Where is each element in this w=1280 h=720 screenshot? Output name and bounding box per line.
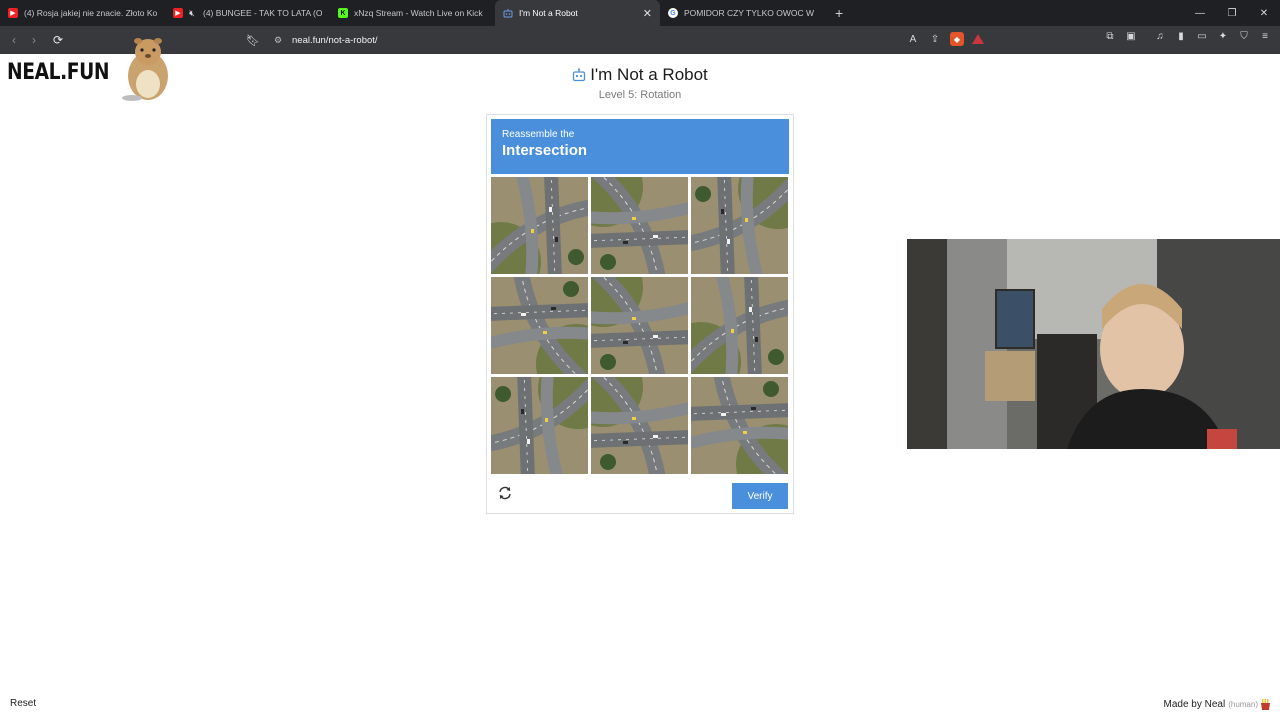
page-header: I'm Not a Robot: [0, 65, 1280, 85]
kick-icon: K: [338, 8, 348, 18]
tile-image: [591, 177, 688, 274]
brave-rewards-icon[interactable]: [972, 34, 984, 44]
webcam-feed: [907, 239, 1280, 449]
captcha-prompt: Reassemble the: [502, 129, 575, 140]
captcha-tile[interactable]: [591, 177, 688, 274]
tile-image: [591, 277, 688, 374]
address-bar[interactable]: 🔖︎ ⚙︎ neal.fun/not-a-robot/ A ⇪ ◆: [244, 29, 990, 51]
browser-toolbar: ‹ › ⟳ 🔖︎ ⚙︎ neal.fun/not-a-robot/ A ⇪ ◆ …: [0, 26, 1280, 54]
captcha-tile[interactable]: [691, 377, 788, 474]
menu-icon[interactable]: ≡: [1258, 31, 1272, 42]
vpn-shield-icon[interactable]: ⛉: [1237, 31, 1251, 42]
captcha-header: Reassemble the Intersection: [491, 119, 789, 174]
tile-image: [491, 277, 588, 374]
address-bar-actions: A ⇪ ◆: [906, 32, 984, 46]
level-subtitle: Level 5: Rotation: [598, 89, 682, 101]
restore-icon[interactable]: ❐: [1216, 8, 1248, 19]
tile-image: [691, 277, 788, 374]
share-icon[interactable]: ⇪: [928, 34, 942, 45]
window-controls: — ❐ ✕: [1184, 0, 1280, 26]
tab-title: (4) Rosja jakiej nie znacie. Złoto Kołym: [24, 8, 157, 18]
youtube-icon: ▶: [173, 8, 183, 18]
extensions-icon[interactable]: ⧉: [1103, 31, 1117, 42]
captcha-tile-grid: [491, 177, 789, 475]
robot-icon: [573, 68, 586, 82]
tab-title: I'm Not a Robot: [519, 8, 578, 18]
minimize-icon[interactable]: —: [1184, 8, 1216, 19]
url-text[interactable]: neal.fun/not-a-robot/: [292, 35, 378, 46]
captcha-tile[interactable]: [491, 377, 588, 474]
tile-image: [691, 377, 788, 474]
forward-icon[interactable]: ›: [24, 33, 44, 47]
captcha-tile[interactable]: [691, 177, 788, 274]
tab-title: (4) BUNGEE - TAK TO LATA (Offic: [203, 8, 322, 18]
wallet-icon[interactable]: ▭: [1195, 31, 1209, 42]
toolbar-actions: ⧉ ▣ ♫ ▮ ▭ ✦ ⛉ ≡: [1103, 31, 1272, 42]
youtube-icon: ▶: [8, 8, 18, 18]
tab-bar: ▶ (4) Rosja jakiej nie znacie. Złoto Koł…: [0, 0, 1280, 26]
captcha-widget: Reassemble the Intersection Verify: [486, 114, 794, 514]
close-window-icon[interactable]: ✕: [1248, 8, 1280, 19]
page-title: I'm Not a Robot: [590, 65, 708, 84]
captcha-tile[interactable]: [591, 277, 688, 374]
site-settings-icon[interactable]: ⚙︎: [268, 35, 288, 46]
captcha-tile[interactable]: [691, 277, 788, 374]
made-by-note: (human): [1228, 700, 1258, 709]
screenshot-icon[interactable]: ▣: [1124, 31, 1138, 42]
tab-title: POMIDOR CZY TYLKO OWOC W UNI: [684, 8, 817, 18]
translate-icon[interactable]: A: [906, 34, 920, 45]
reload-icon[interactable]: ⟳: [48, 33, 68, 47]
refresh-icon[interactable]: [497, 485, 513, 501]
media-icon[interactable]: ♫: [1153, 31, 1167, 42]
browser-tab-5[interactable]: G POMIDOR CZY TYLKO OWOC W UNI: [660, 0, 825, 26]
google-icon: G: [668, 8, 678, 18]
close-tab-icon[interactable]: ✕: [643, 7, 652, 20]
browser-tab-active[interactable]: I'm Not a Robot ✕: [495, 0, 660, 26]
verify-button[interactable]: Verify: [732, 483, 788, 509]
tile-image: [591, 377, 688, 474]
robot-icon: [503, 8, 513, 18]
captcha-tile[interactable]: [491, 277, 588, 374]
muted-speaker-icon[interactable]: 🔇︎: [187, 8, 197, 18]
captcha-tile[interactable]: [491, 177, 588, 274]
captcha-target: Intersection: [502, 142, 588, 159]
captcha-footer: Verify: [487, 479, 793, 515]
leo-ai-icon[interactable]: ✦: [1216, 31, 1230, 42]
sidebar-icon[interactable]: ▮: [1174, 31, 1188, 42]
brave-shields-icon[interactable]: ◆: [950, 32, 964, 46]
browser-tab-1[interactable]: ▶ (4) Rosja jakiej nie znacie. Złoto Koł…: [0, 0, 165, 26]
tile-image: [491, 377, 588, 474]
browser-tab-2[interactable]: ▶ 🔇︎ (4) BUNGEE - TAK TO LATA (Offic: [165, 0, 330, 26]
captcha-tile[interactable]: [591, 377, 688, 474]
tile-image: [691, 177, 788, 274]
made-by-text: Made by Neal: [1163, 699, 1226, 710]
page: NEAL.FUN I'm Not a Robot Level 5: Rotati…: [0, 38, 1280, 720]
back-icon[interactable]: ‹: [4, 33, 24, 47]
new-tab-button[interactable]: +: [835, 5, 843, 21]
bookmark-icon[interactable]: 🔖︎: [244, 34, 262, 47]
fries-icon: [1261, 699, 1270, 710]
tab-title: xNzq Stream - Watch Live on Kick: [354, 8, 483, 18]
tile-image: [491, 177, 588, 274]
reset-button[interactable]: Reset: [10, 698, 36, 709]
webcam-overlay: [907, 239, 1280, 449]
made-by-credit[interactable]: Made by Neal (human): [1163, 699, 1270, 710]
browser-tab-3[interactable]: K xNzq Stream - Watch Live on Kick: [330, 0, 495, 26]
